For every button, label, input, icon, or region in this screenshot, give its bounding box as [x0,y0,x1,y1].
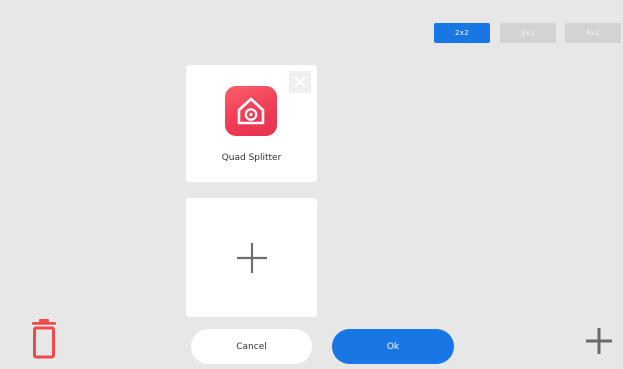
add-app-slot[interactable] [186,198,317,317]
layout-tab-2x2[interactable]: 2x2 [434,23,490,43]
house-camera-icon [237,97,265,125]
add-icon[interactable] [584,326,614,356]
ok-button[interactable]: Ok [332,329,454,364]
app-name-label: Quad Splitter [221,153,282,163]
app-card-quad-splitter[interactable]: Quad Splitter [186,65,317,182]
layout-editor-screen: 2x2 3x2 4x2 Quad Splitter Cancel Ok [0,0,623,369]
close-icon [294,76,306,88]
layout-tab-3x2[interactable]: 3x2 [500,23,556,43]
cancel-button[interactable]: Cancel [191,329,312,364]
layout-tab-4x2[interactable]: 4x2 [565,23,621,43]
remove-app-button[interactable] [289,71,311,93]
trash-icon[interactable] [29,319,59,359]
app-icon [225,86,277,136]
plus-icon [236,242,267,273]
